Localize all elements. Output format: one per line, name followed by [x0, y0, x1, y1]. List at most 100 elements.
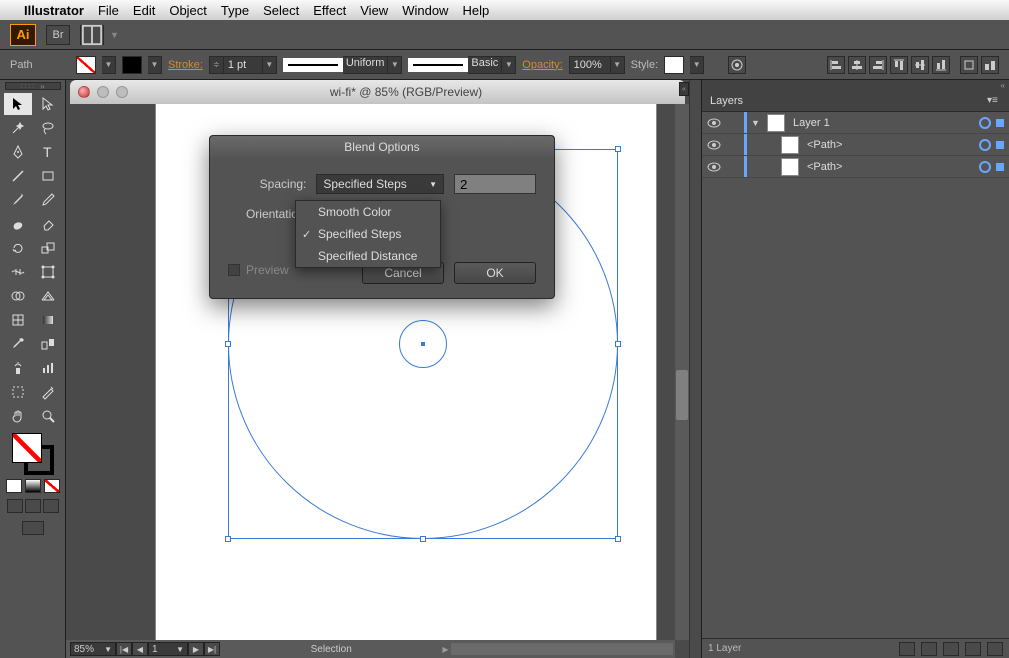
draw-inside-button[interactable]: [43, 499, 59, 513]
opacity-input[interactable]: [569, 56, 611, 74]
window-minimize-button[interactable]: [97, 86, 109, 98]
blob-brush-tool[interactable]: [4, 213, 32, 235]
hand-tool[interactable]: [4, 405, 32, 427]
align-hcenter-button[interactable]: [848, 56, 866, 74]
spacing-option-specified-distance[interactable]: Specified Distance: [296, 245, 440, 267]
variable-width-profile[interactable]: Uniform▼: [283, 56, 403, 74]
none-button[interactable]: [44, 479, 60, 493]
fill-swatch[interactable]: [76, 56, 96, 74]
window-close-button[interactable]: [78, 86, 90, 98]
opacity-field[interactable]: ▼: [569, 56, 625, 74]
horizontal-scrollbar[interactable]: [451, 643, 673, 655]
align-right-button[interactable]: [869, 56, 887, 74]
fill-stroke-indicator[interactable]: [12, 433, 54, 475]
tools-panel-handle[interactable]: ::::»: [5, 82, 61, 90]
target-icon[interactable]: [979, 139, 991, 151]
visibility-toggle[interactable]: [706, 137, 722, 153]
disclosure-triangle[interactable]: ▼: [751, 118, 763, 128]
last-artboard-button[interactable]: ▶|: [204, 642, 220, 656]
menu-select[interactable]: Select: [263, 3, 299, 18]
selection-tool[interactable]: [4, 93, 32, 115]
rotate-tool[interactable]: [4, 237, 32, 259]
align-bottom-button[interactable]: [932, 56, 950, 74]
magic-wand-tool[interactable]: [4, 117, 32, 139]
new-sublayer-button[interactable]: [943, 642, 959, 656]
width-tool[interactable]: [4, 261, 32, 283]
gradient-button[interactable]: [25, 479, 41, 493]
menu-type[interactable]: Type: [221, 3, 249, 18]
scrollbar-thumb[interactable]: [676, 370, 688, 420]
selection-indicator[interactable]: [996, 163, 1004, 171]
transform-panel-button[interactable]: [960, 56, 978, 74]
visibility-toggle[interactable]: [706, 159, 722, 175]
menu-file[interactable]: File: [98, 3, 119, 18]
menu-object[interactable]: Object: [169, 3, 207, 18]
target-icon[interactable]: [979, 161, 991, 173]
selection-indicator[interactable]: [996, 119, 1004, 127]
layer-name[interactable]: <Path>: [803, 139, 975, 151]
free-transform-tool[interactable]: [34, 261, 62, 283]
locate-object-button[interactable]: [899, 642, 915, 656]
document-titlebar[interactable]: wi-fi* @ 85% (RGB/Preview): [70, 80, 685, 104]
graphic-style-swatch[interactable]: [664, 56, 684, 74]
layer-name[interactable]: <Path>: [803, 161, 975, 173]
blend-tool[interactable]: [34, 333, 62, 355]
selection-handle[interactable]: [615, 146, 621, 152]
bridge-button[interactable]: Br: [46, 25, 70, 45]
scale-tool[interactable]: [34, 237, 62, 259]
screen-mode-button[interactable]: [22, 521, 44, 535]
stroke-panel-link[interactable]: Stroke:: [168, 59, 203, 71]
window-zoom-button[interactable]: [116, 86, 128, 98]
color-button[interactable]: [6, 479, 22, 493]
shape-builder-tool[interactable]: [4, 285, 32, 307]
type-tool[interactable]: T: [34, 141, 62, 163]
align-left-button[interactable]: [827, 56, 845, 74]
delete-layer-button[interactable]: [987, 642, 1003, 656]
prev-artboard-button[interactable]: ◀: [132, 642, 148, 656]
menu-edit[interactable]: Edit: [133, 3, 155, 18]
draw-normal-button[interactable]: [7, 499, 23, 513]
eraser-tool[interactable]: [34, 213, 62, 235]
align-vcenter-button[interactable]: [911, 56, 929, 74]
artboard-number-field[interactable]: 1▼: [148, 642, 188, 656]
selection-handle[interactable]: [420, 536, 426, 542]
rectangle-tool[interactable]: [34, 165, 62, 187]
opacity-panel-link[interactable]: Opacity:: [522, 59, 562, 71]
panel-dock-gutter[interactable]: [689, 80, 701, 658]
panel-collapse-handle[interactable]: «: [702, 80, 1009, 90]
brush-definition[interactable]: Basic▼: [408, 56, 516, 74]
draw-behind-button[interactable]: [25, 499, 41, 513]
layers-panel-tab[interactable]: Layers ▾≡: [702, 90, 1009, 112]
panel-menu-button[interactable]: ▾≡: [987, 95, 1001, 106]
selection-handle[interactable]: [225, 536, 231, 542]
selection-handle[interactable]: [615, 536, 621, 542]
pen-tool[interactable]: [4, 141, 32, 163]
arrange-documents-button[interactable]: [80, 25, 104, 45]
spacing-option-smooth-color[interactable]: Smooth Color: [296, 201, 440, 223]
stroke-weight-input[interactable]: [223, 56, 263, 74]
menu-window[interactable]: Window: [402, 3, 448, 18]
symbol-sprayer-tool[interactable]: [4, 357, 32, 379]
layer-row[interactable]: ▼ Layer 1: [702, 112, 1009, 134]
fill-color-box[interactable]: [12, 433, 42, 463]
zoom-level-field[interactable]: 85%▼: [70, 642, 116, 656]
mesh-tool[interactable]: [4, 309, 32, 331]
make-clipping-mask-button[interactable]: [921, 642, 937, 656]
gradient-tool[interactable]: [34, 309, 62, 331]
isolate-button[interactable]: [981, 56, 999, 74]
selection-indicator[interactable]: [996, 141, 1004, 149]
spacing-option-specified-steps[interactable]: Specified Steps: [296, 223, 440, 245]
perspective-grid-tool[interactable]: [34, 285, 62, 307]
eyedropper-tool[interactable]: [4, 333, 32, 355]
stroke-dropdown[interactable]: ▼: [148, 56, 162, 74]
direct-selection-tool[interactable]: [34, 93, 62, 115]
spacing-steps-input[interactable]: [454, 174, 536, 194]
first-artboard-button[interactable]: |◀: [116, 642, 132, 656]
layer-name[interactable]: Layer 1: [789, 117, 975, 129]
paintbrush-tool[interactable]: [4, 189, 32, 211]
preview-checkbox[interactable]: [228, 264, 240, 276]
app-menu[interactable]: Illustrator: [24, 3, 84, 18]
zoom-tool[interactable]: [34, 405, 62, 427]
stroke-swatch[interactable]: [122, 56, 142, 74]
slice-tool[interactable]: [34, 381, 62, 403]
